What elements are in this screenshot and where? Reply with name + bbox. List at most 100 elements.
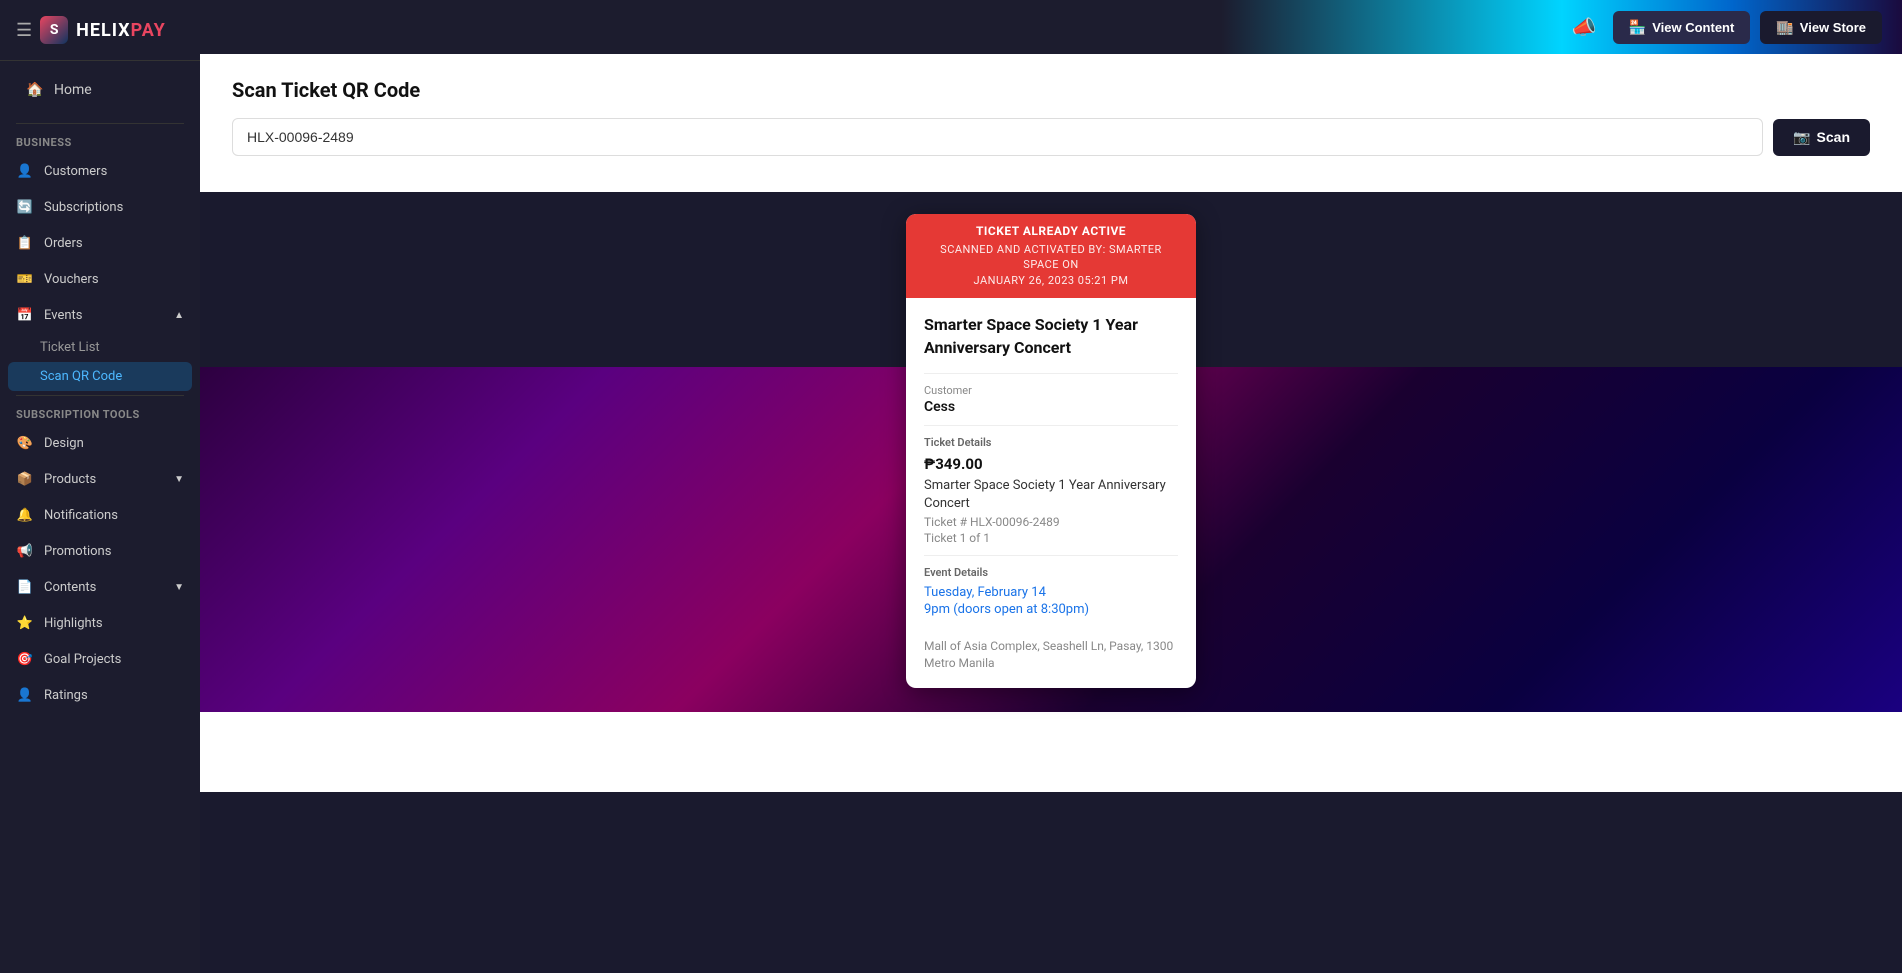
sidebar-item-products[interactable]: 📦 Products ▼: [0, 461, 200, 497]
events-chevron-icon: ▲: [174, 310, 184, 321]
notifications-icon: 🔔: [16, 506, 34, 524]
sidebar-item-events[interactable]: 📅 Events ▲: [0, 297, 200, 333]
ticket-body: Smarter Space Society 1 Year Anniversary…: [906, 298, 1196, 688]
sidebar-item-contents[interactable]: 📄 Contents ▼: [0, 569, 200, 605]
sidebar-item-events-label: Events: [44, 308, 82, 323]
ticket-status-bar: TICKET ALREADY ACTIVE Scanned and activa…: [906, 214, 1196, 298]
event-date: Tuesday, February 14: [924, 585, 1178, 600]
hamburger-icon[interactable]: ☰: [16, 20, 32, 41]
highlights-icon: ⭐: [16, 614, 34, 632]
ticket-code-input[interactable]: [232, 118, 1763, 156]
sidebar-item-goal-projects-label: Goal Projects: [44, 652, 121, 667]
view-store-icon: 🏬: [1776, 19, 1793, 36]
sidebar-item-subscriptions[interactable]: 🔄 Subscriptions: [0, 189, 200, 225]
sidebar-item-vouchers-label: Vouchers: [44, 272, 99, 287]
design-icon: 🎨: [16, 434, 34, 452]
ticket-list-label: Ticket List: [40, 340, 100, 355]
logo-text-helix: HELIX: [76, 20, 130, 41]
sidebar-item-customers-label: Customers: [44, 164, 107, 179]
ticket-divider-3: [924, 555, 1178, 556]
sidebar-item-products-label: Products: [44, 472, 96, 487]
sidebar-item-orders-label: Orders: [44, 236, 83, 251]
ticket-activated-date: January 26, 2023 05:21 pm: [974, 274, 1129, 287]
vouchers-icon: 🎫: [16, 270, 34, 288]
customers-icon: 👤: [16, 162, 34, 180]
divider-tools: [16, 395, 184, 396]
page-title: Scan Ticket QR Code: [232, 78, 1870, 102]
view-content-icon: 🏪: [1629, 19, 1646, 36]
sidebar-item-orders[interactable]: 📋 Orders: [0, 225, 200, 261]
subscriptions-icon: 🔄: [16, 198, 34, 216]
sidebar-item-design[interactable]: 🎨 Design: [0, 425, 200, 461]
main-content: 📣 🏪 View Content 🏬 View Store Scan Ticke…: [200, 0, 1902, 973]
sidebar-item-subscriptions-label: Subscriptions: [44, 200, 123, 215]
business-section-label: Business: [0, 128, 200, 153]
notification-bell-icon[interactable]: 📣: [1566, 9, 1603, 45]
sidebar-item-contents-label: Contents: [44, 580, 96, 595]
sidebar-item-promotions[interactable]: 📢 Promotions: [0, 533, 200, 569]
event-time: 9pm (doors open at 8:30pm): [924, 602, 1178, 617]
view-content-button[interactable]: 🏪 View Content: [1613, 11, 1751, 44]
sidebar-item-promotions-label: Promotions: [44, 544, 111, 559]
scan-qr-label: Scan QR Code: [40, 369, 122, 384]
goal-projects-icon: 🎯: [16, 650, 34, 668]
events-icon: 📅: [16, 306, 34, 324]
sidebar-item-highlights[interactable]: ⭐ Highlights: [0, 605, 200, 641]
ratings-icon: 👤: [16, 686, 34, 704]
scan-button-label: Scan: [1817, 129, 1850, 145]
sidebar: ☰ S HELIXPAY 🏠 Home Business 👤 Customers…: [0, 0, 200, 973]
logo-icon: S: [40, 16, 68, 44]
ticket-detail-event: Smarter Space Society 1 Year Anniversary…: [924, 477, 1178, 513]
sidebar-item-home[interactable]: 🏠 Home: [16, 73, 184, 107]
event-bg-area: TICKET ALREADY ACTIVE Scanned and activa…: [200, 192, 1902, 712]
logo-text-pay: PAY: [131, 20, 166, 41]
products-icon: 📦: [16, 470, 34, 488]
scan-section: Scan Ticket QR Code 📷 Scan: [200, 54, 1902, 192]
ticket-details-section-label: Ticket Details: [924, 436, 1178, 449]
ticket-divider-2: [924, 425, 1178, 426]
bottom-white-area: [200, 712, 1902, 792]
sidebar-subitem-scan-qr[interactable]: Scan QR Code: [8, 362, 192, 391]
ticket-price: ₱349.00: [924, 455, 1178, 473]
sidebar-item-ratings[interactable]: 👤 Ratings: [0, 677, 200, 713]
ticket-customer-name: Cess: [924, 399, 1178, 415]
ticket-customer-label: Customer: [924, 384, 1178, 397]
sidebar-item-notifications-label: Notifications: [44, 508, 118, 523]
page-area: Scan Ticket QR Code 📷 Scan TICKET ALREAD…: [200, 54, 1902, 973]
ticket-of: Ticket 1 of 1: [924, 531, 1178, 545]
sub-tools-section-label: Subscription Tools: [0, 400, 200, 425]
sidebar-item-notifications[interactable]: 🔔 Notifications: [0, 497, 200, 533]
view-store-button[interactable]: 🏬 View Store: [1760, 11, 1882, 44]
sidebar-item-ratings-label: Ratings: [44, 688, 88, 703]
event-venue: Mall of Asia Complex, Seashell Ln, Pasay…: [924, 638, 1178, 672]
products-chevron-icon: ▼: [174, 474, 184, 485]
event-details-section-label: Event Details: [924, 566, 1178, 579]
sidebar-home-label: Home: [54, 82, 92, 98]
ticket-card: TICKET ALREADY ACTIVE Scanned and activa…: [906, 214, 1196, 688]
sidebar-item-goal-projects[interactable]: 🎯 Goal Projects: [0, 641, 200, 677]
divider-business: [16, 123, 184, 124]
contents-icon: 📄: [16, 578, 34, 596]
scan-button[interactable]: 📷 Scan: [1773, 119, 1870, 156]
home-icon: 🏠: [26, 81, 44, 99]
ticket-event-name: Smarter Space Society 1 Year Anniversary…: [924, 314, 1178, 359]
logo-area: ☰ S HELIXPAY: [0, 0, 200, 61]
sidebar-item-highlights-label: Highlights: [44, 616, 103, 631]
sidebar-item-customers[interactable]: 👤 Customers: [0, 153, 200, 189]
view-content-label: View Content: [1652, 20, 1734, 35]
scan-header: Scan Ticket QR Code 📷 Scan: [200, 54, 1902, 192]
sidebar-item-vouchers[interactable]: 🎫 Vouchers: [0, 261, 200, 297]
scan-input-row: 📷 Scan: [232, 118, 1870, 176]
orders-icon: 📋: [16, 234, 34, 252]
sidebar-subitem-ticket-list[interactable]: Ticket List: [0, 333, 200, 362]
topbar: 📣 🏪 View Content 🏬 View Store: [200, 0, 1902, 54]
view-store-label: View Store: [1800, 20, 1866, 35]
ticket-divider-1: [924, 373, 1178, 374]
ticket-number: Ticket # HLX-00096-2489: [924, 515, 1178, 529]
event-details-section: Event Details Tuesday, February 14 9pm (…: [924, 566, 1178, 672]
sidebar-item-design-label: Design: [44, 436, 84, 451]
ticket-activated-info: Scanned and activated by: Smarter Space …: [922, 242, 1180, 288]
contents-chevron-icon: ▼: [174, 582, 184, 593]
sidebar-home-section: 🏠 Home: [0, 61, 200, 119]
scan-camera-icon: 📷: [1793, 129, 1810, 146]
